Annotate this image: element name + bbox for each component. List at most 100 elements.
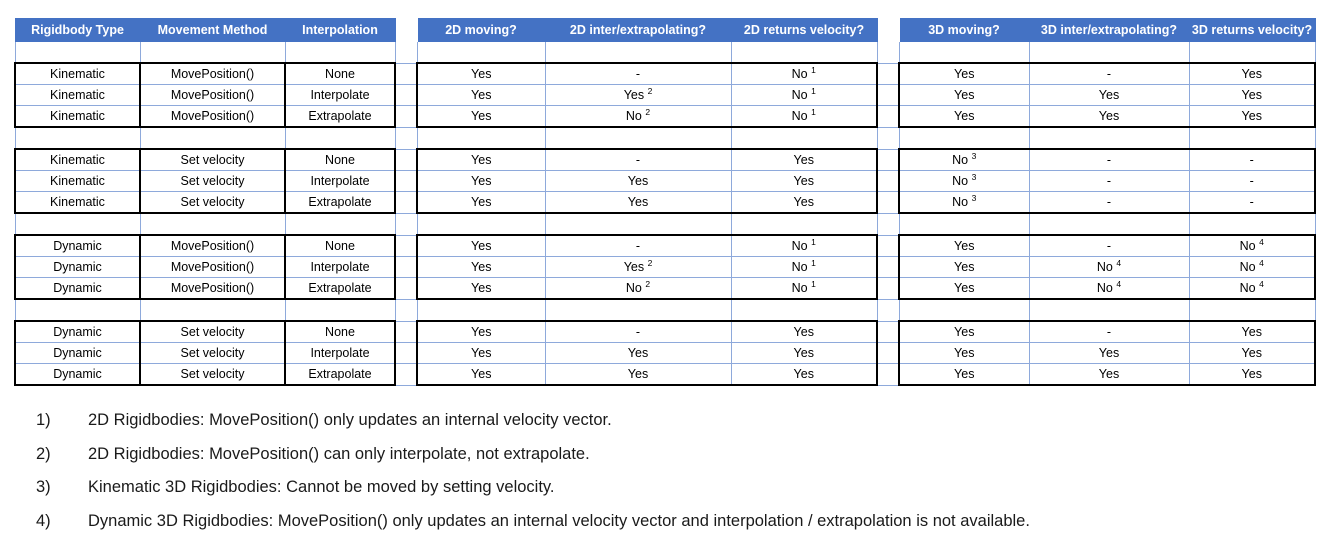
footnote-text: 2D Rigidbodies: MovePosition() only upda… xyxy=(88,411,612,429)
table-cell-returns-velocity-3d: Yes xyxy=(1188,363,1316,386)
table-body: Kinematic MovePosition() None Yes - No 1 Yes - Y… xyxy=(14,41,1316,386)
table-cell-returns-velocity-2d: No 1 xyxy=(730,234,878,257)
rigidbody-comparison-table: Rigidbody Type Movement Method Interpola… xyxy=(14,18,1316,386)
table-row: Dynamic MovePosition() Interpolate Yes Yes 2… xyxy=(14,256,1316,278)
table-cell-interpolation: Interpolate xyxy=(284,170,396,192)
table-cell-moving-2d: Yes xyxy=(416,363,546,386)
table-cell-interpolation: None xyxy=(284,148,396,171)
table-cell-returns-velocity-2d: No 1 xyxy=(730,256,878,278)
list-item: 3) Kinematic 3D Rigidbodies: Cannot be m… xyxy=(36,471,1306,505)
spacer-cell xyxy=(544,298,732,322)
table-cell-returns-velocity-3d: No 4 xyxy=(1188,277,1316,300)
table-cell-moving-2d: Yes xyxy=(416,256,546,278)
spacer-cell xyxy=(394,212,418,236)
table-cell-moving-2d: Yes xyxy=(416,234,546,257)
footnote-ref: 2 xyxy=(647,85,653,96)
spacer-cell xyxy=(730,212,878,236)
table-cell-interp-2d: - xyxy=(544,320,732,343)
spacer-cell xyxy=(876,170,900,192)
footnote-ref: 1 xyxy=(811,257,816,268)
table-row: Kinematic Set velocity None Yes - Yes No 3-- xyxy=(14,148,1316,171)
table-cell-movement-method: MovePosition() xyxy=(139,62,286,85)
footnote-ref: 3 xyxy=(971,150,977,161)
spacer-cell xyxy=(394,84,418,106)
table-cell-moving-3d: Yes xyxy=(898,277,1030,300)
spacer-cell xyxy=(394,170,418,192)
table-cell-moving-2d: Yes xyxy=(416,342,546,364)
table-cell-returns-velocity-2d: Yes xyxy=(730,320,878,343)
spacer-cell xyxy=(394,342,418,364)
footnote-ref: 2 xyxy=(645,106,651,117)
column-header-3d-returns-velocity: 3D returns velocity? xyxy=(1188,18,1316,42)
footnote-number: 2) xyxy=(36,444,51,463)
spacer-cell xyxy=(730,126,878,150)
table-row: Kinematic Set velocity Interpolate Yes Yes Ye… xyxy=(14,170,1316,192)
spacer-cell xyxy=(1028,298,1190,322)
table-cell-interpolation: None xyxy=(284,62,396,85)
table-cell-returns-velocity-2d: No 1 xyxy=(730,84,878,106)
table-cell-returns-velocity-3d: Yes xyxy=(1188,84,1316,106)
footnotes-list: 1) 2D Rigidbodies: MovePosition() only u… xyxy=(36,404,1306,538)
table-row: Kinematic MovePosition() None Yes - No 1 Yes - Y… xyxy=(14,62,1316,85)
table-cell-movement-method: Set velocity xyxy=(139,170,286,192)
footnote-number: 4) xyxy=(36,511,51,530)
spacer-cell xyxy=(1028,212,1190,236)
spacer-cell xyxy=(394,256,418,278)
spacer-cell xyxy=(284,298,396,322)
table-cell-interp-3d: - xyxy=(1028,170,1190,192)
table-cell-interp-2d: Yes xyxy=(544,363,732,386)
spacer-cell xyxy=(898,126,1030,150)
spacer-cell xyxy=(876,342,900,364)
spacer-cell xyxy=(14,298,141,322)
footnote-number: 1) xyxy=(36,411,51,429)
table-cell-rigidbody-type: Kinematic xyxy=(14,191,141,214)
table-cell-interpolation: Interpolate xyxy=(284,342,396,364)
table-cell-moving-3d: Yes xyxy=(898,62,1030,85)
table-cell-moving-3d: No 3 xyxy=(898,191,1030,214)
table-cell-interp-3d: - xyxy=(1028,234,1190,257)
table-cell-moving-2d: Yes xyxy=(416,105,546,128)
spacer-cell xyxy=(416,41,546,64)
spacer-cell xyxy=(284,212,396,236)
table-cell-interp-2d: - xyxy=(544,62,732,85)
table-cell-returns-velocity-3d: Yes xyxy=(1188,342,1316,364)
table-row: Dynamic Set velocity Extrapolate Yes Yes Yes Y… xyxy=(14,363,1316,386)
table-row: Kinematic Set velocity Extrapolate Yes Yes Ye… xyxy=(14,191,1316,214)
spacer-cell xyxy=(394,363,418,386)
table-cell-interp-2d: No 2 xyxy=(544,277,732,300)
footnote-ref: 4 xyxy=(1116,257,1122,268)
spacer-cell xyxy=(394,191,418,214)
spacer-cell xyxy=(898,298,1030,322)
spacer-cell xyxy=(284,41,396,64)
table-cell-rigidbody-type: Dynamic xyxy=(14,342,141,364)
table-cell-returns-velocity-2d: No 1 xyxy=(730,105,878,128)
spacer-cell xyxy=(1188,126,1316,150)
spacer-cell xyxy=(876,62,900,85)
table-cell-moving-3d: Yes xyxy=(898,234,1030,257)
spacer-cell xyxy=(876,41,900,64)
footnote-ref: 4 xyxy=(1259,236,1264,247)
table-cell-interp-2d: - xyxy=(544,234,732,257)
table-cell-movement-method: Set velocity xyxy=(139,320,286,343)
table-cell-interpolation: None xyxy=(284,234,396,257)
table-cell-interp-2d: Yes xyxy=(544,191,732,214)
column-header-spacer-2 xyxy=(876,18,900,42)
table-cell-moving-3d: Yes xyxy=(898,342,1030,364)
table-cell-rigidbody-type: Dynamic xyxy=(14,256,141,278)
column-header-interpolation: Interpolation xyxy=(284,18,396,42)
table-cell-returns-velocity-3d: Yes xyxy=(1188,320,1316,343)
spacer-cell xyxy=(1188,212,1316,236)
table-cell-movement-method: Set velocity xyxy=(139,363,286,386)
table-spacer-row-top xyxy=(14,41,1316,64)
table-cell-returns-velocity-3d: - xyxy=(1188,191,1316,214)
spacer-cell xyxy=(139,41,286,64)
table-cell-moving-2d: Yes xyxy=(416,148,546,171)
spacer-cell xyxy=(1188,41,1316,64)
table-cell-returns-velocity-2d: Yes xyxy=(730,363,878,386)
table-row: Dynamic MovePosition() None Yes - No 1 Yes - No … xyxy=(14,234,1316,257)
spacer-cell xyxy=(898,212,1030,236)
spacer-cell xyxy=(394,234,418,257)
table-cell-rigidbody-type: Dynamic xyxy=(14,234,141,257)
column-header-spacer-1 xyxy=(394,18,418,42)
table-cell-movement-method: MovePosition() xyxy=(139,256,286,278)
